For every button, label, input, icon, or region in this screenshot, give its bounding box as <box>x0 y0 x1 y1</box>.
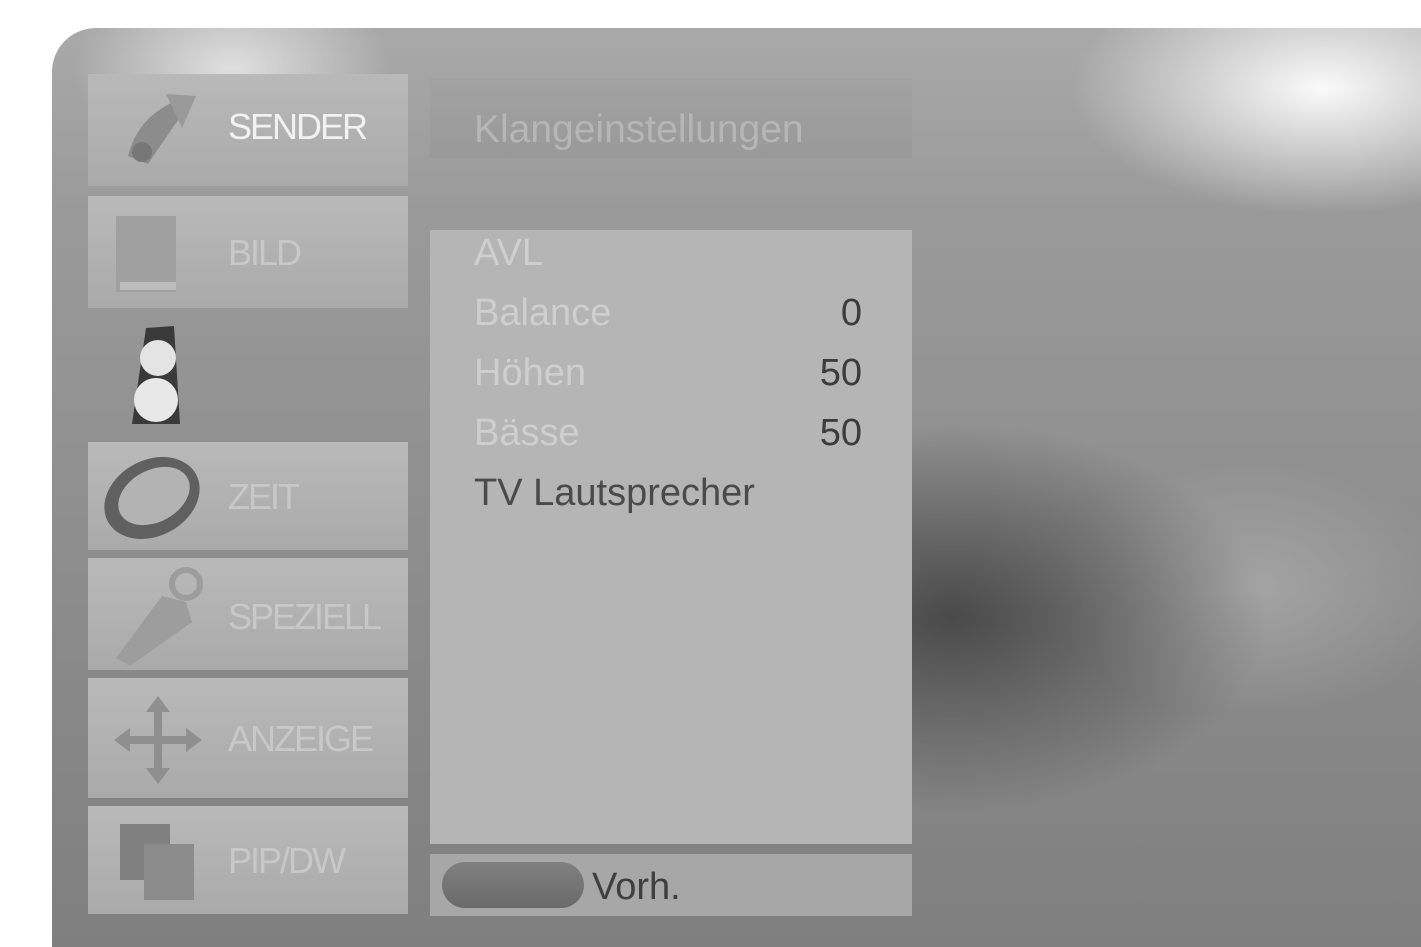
row-label: Balance <box>474 292 612 334</box>
pip-windows-icon <box>120 824 194 900</box>
row-value: 50 <box>819 412 862 454</box>
footer-button-label: Vorh. <box>592 866 681 908</box>
row-label: TV Lautsprecher <box>474 472 755 514</box>
footer-bar: Vorh. <box>430 854 912 916</box>
menu-label-pip-dw: PIP/DW <box>228 840 346 881</box>
row-label: Bässe <box>474 412 580 454</box>
menu-item-sender[interactable]: SENDER <box>88 74 408 186</box>
menu-item-bild[interactable]: BILD <box>88 196 408 308</box>
clock-icon <box>104 457 200 539</box>
menu-label-zeit: ZEIT <box>228 476 300 517</box>
menu-label-bild: BILD <box>228 232 302 273</box>
menu-label-speziell: SPEZIELL <box>228 596 382 637</box>
color-key-button[interactable] <box>442 862 584 908</box>
row-value: 0 <box>840 292 862 334</box>
list-item-balance[interactable]: Balance 0 <box>474 292 866 342</box>
menu-label-sender: SENDER <box>228 106 368 147</box>
row-value: 50 <box>819 352 862 394</box>
settings-list: AVL Balance 0 Höhen 50 Bässe 50 TV Lauts… <box>430 230 912 844</box>
menu-item-anzeige[interactable]: ANZEIGE <box>88 678 408 798</box>
menu-item-audio[interactable] <box>88 318 408 434</box>
row-label: AVL <box>474 232 544 274</box>
list-item-avl[interactable]: AVL <box>474 232 866 282</box>
row-label: Höhen <box>474 352 586 394</box>
menu-item-zeit[interactable]: ZEIT <box>88 442 408 550</box>
tag-icon <box>116 567 203 666</box>
page-title: Klangeinstellungen <box>474 108 804 151</box>
list-item-baesse[interactable]: Bässe 50 <box>474 412 866 462</box>
picture-icon <box>116 216 176 292</box>
menu-item-pip-dw[interactable]: PIP/DW <box>88 806 408 914</box>
satellite-dish-icon <box>128 94 196 164</box>
menu-label-anzeige: ANZEIGE <box>228 718 374 759</box>
list-item-tv-lautsprecher[interactable]: TV Lautsprecher <box>474 472 866 522</box>
list-item-hoehen[interactable]: Höhen 50 <box>474 352 866 402</box>
move-arrows-icon <box>114 696 202 784</box>
menu-item-speziell[interactable]: SPEZIELL <box>88 558 408 670</box>
speaker-icon <box>132 326 180 424</box>
title-bar: Klangeinstellungen <box>430 78 912 158</box>
